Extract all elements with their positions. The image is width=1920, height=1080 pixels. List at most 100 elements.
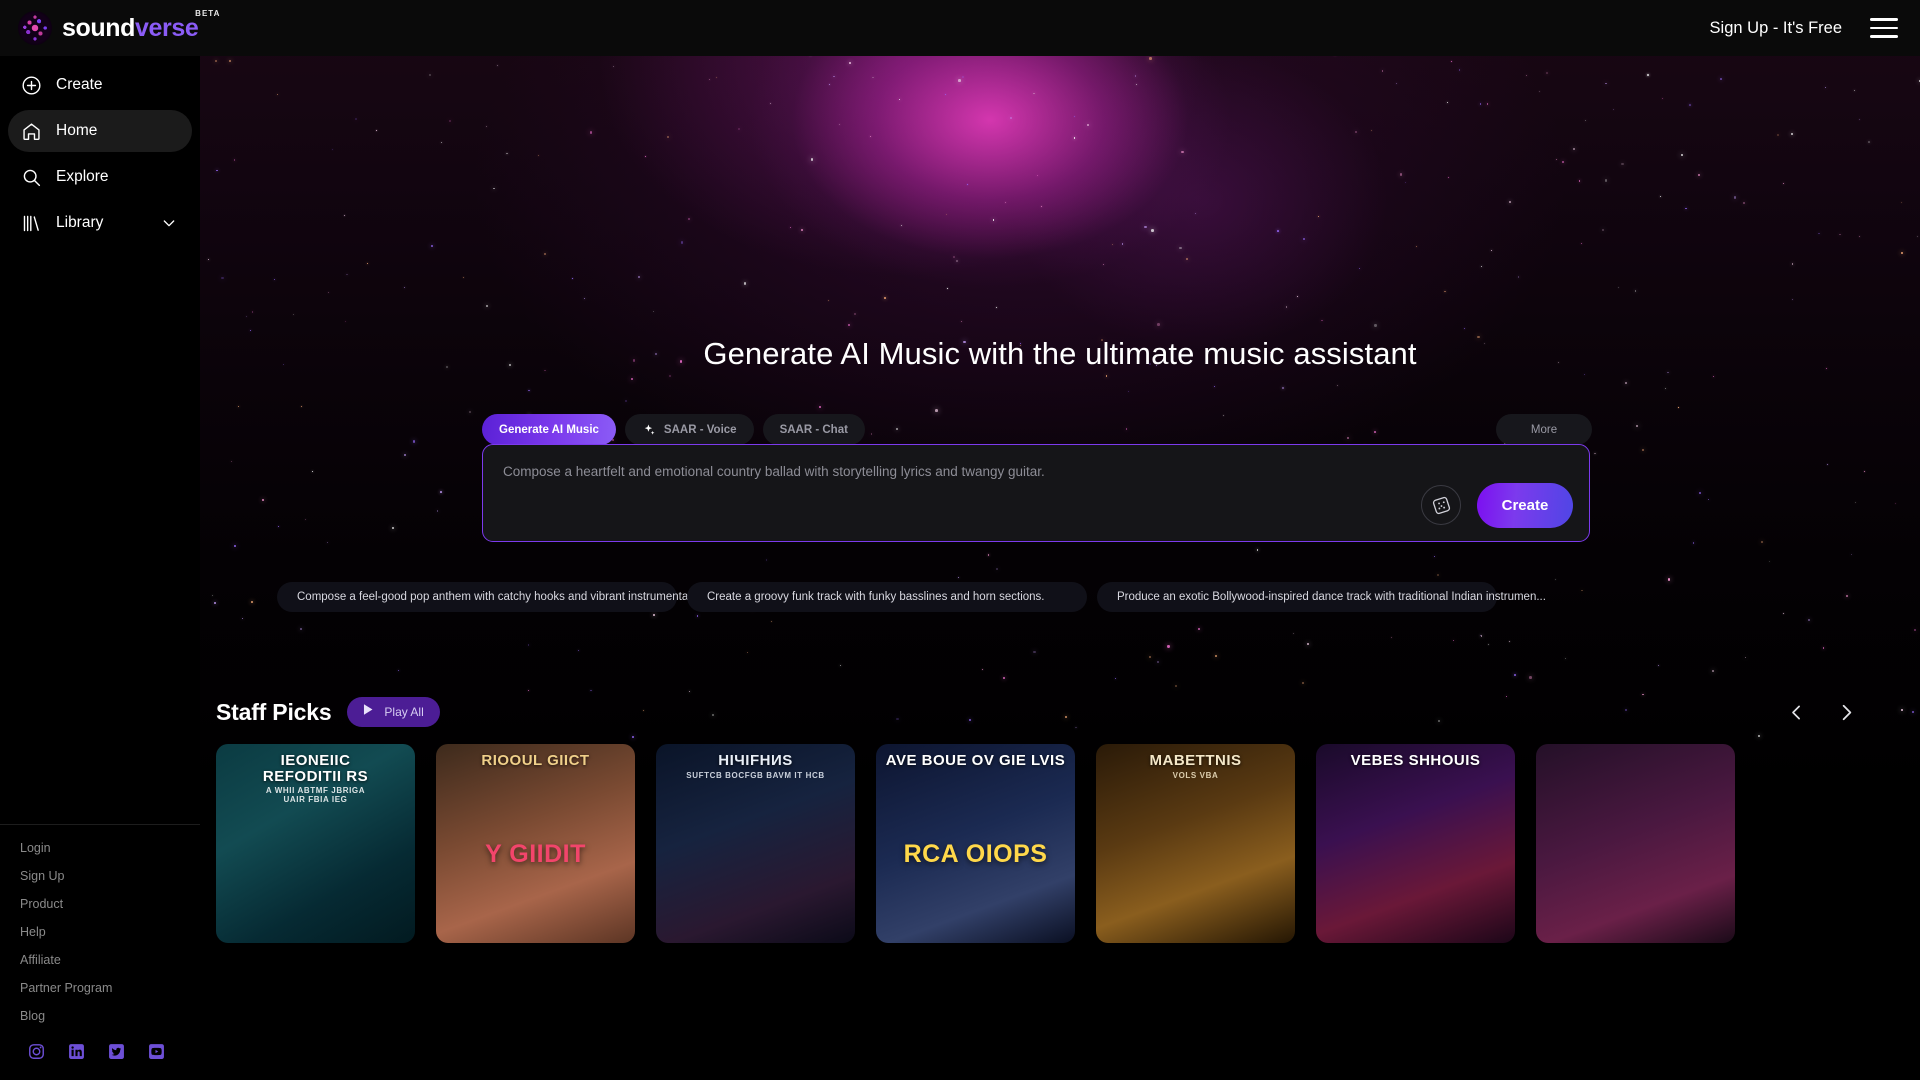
hamburger-menu-icon[interactable]	[1870, 18, 1898, 38]
footer-link-product[interactable]: Product	[20, 897, 200, 911]
album-art-text: RIOOUL GIICT Y GIIDIT	[436, 744, 635, 943]
chevron-down-icon[interactable]	[158, 212, 180, 234]
instagram-icon[interactable]	[28, 1043, 45, 1060]
sidebar-divider	[0, 824, 200, 825]
footer-link-signup[interactable]: Sign Up	[20, 869, 200, 883]
tab-generate-ai-music[interactable]: Generate AI Music	[482, 414, 616, 445]
album-art-headline: Y GIIDIT	[485, 840, 586, 868]
sidebar-item-create[interactable]: Create	[8, 64, 192, 106]
album-art-text	[1536, 744, 1735, 943]
brand-word-1: sound	[62, 13, 135, 42]
staff-pick-card[interactable]: MABETTNIS VOLS VBA	[1096, 744, 1295, 974]
hero-content: Generate AI Music with the ultimate musi…	[200, 0, 1920, 800]
staff-pick-card[interactable]: IEONEIIC REFODITII RS A WHII ABTMF JBRIGA U…	[216, 744, 415, 974]
tab-label: Generate AI Music	[499, 423, 599, 436]
twitter-icon[interactable]	[108, 1043, 125, 1060]
prompt-input-container[interactable]: Compose a heartfelt and emotional countr…	[482, 444, 1590, 542]
chevron-right-icon[interactable]	[1835, 701, 1858, 724]
sidebar: Create Home Explore Library Login Sign U…	[0, 56, 200, 1080]
brand-wordmark: soundverse BETA	[62, 9, 219, 42]
library-books-icon	[20, 212, 42, 234]
soundverse-dot-circle-logo-icon	[18, 11, 52, 45]
search-icon	[20, 166, 42, 188]
footer-link-blog[interactable]: Blog	[20, 1009, 200, 1023]
album-art: MABETTNIS VOLS VBA	[1096, 744, 1295, 943]
album-art-title: IEONEIIC REFODITII RS	[262, 752, 369, 785]
album-art: VEBES SHHOUIS	[1316, 744, 1515, 943]
beta-badge: BETA	[195, 8, 221, 18]
staff-pick-card[interactable]: HIЧIFHИS SUFTCB BOCFGB BAVM IT HCB	[656, 744, 855, 974]
album-art: AVE BOUE OV GIE LVIS RCA OIOPS	[876, 744, 1075, 943]
chevron-left-icon[interactable]	[1786, 702, 1807, 723]
sidebar-nav: Create Home Explore Library	[0, 56, 200, 248]
suggestion-chip[interactable]: Produce an exotic Bollywood-inspired dan…	[1097, 582, 1546, 612]
sidebar-item-label: Explore	[56, 168, 109, 185]
album-art-headline: RCA OIOPS	[903, 840, 1048, 868]
youtube-icon[interactable]	[148, 1043, 165, 1060]
page-title: Generate AI Music with the ultimate musi…	[703, 336, 1417, 371]
app-root: soundverse BETA Sign Up - It's Free Creat…	[0, 0, 1920, 1080]
section-title: Staff Picks	[216, 698, 332, 725]
staff-pick-card[interactable]: AVE BOUE OV GIE LVIS RCA OIOPS	[876, 744, 1075, 974]
album-art-text: HIЧIFHИS SUFTCB BOCFGB BAVM IT HCB	[656, 744, 855, 943]
footer-link-partner-program[interactable]: Partner Program	[20, 981, 200, 995]
album-art-subtitle: SUFTCB BOCFGB BAVM IT HCB	[686, 770, 825, 780]
tab-label: SAAR - Chat	[779, 423, 848, 436]
footer-link-help[interactable]: Help	[20, 925, 200, 939]
staff-pick-card[interactable]: VEBES SHHOUIS	[1316, 744, 1515, 974]
album-art-text: VEBES SHHOUIS	[1316, 744, 1515, 943]
album-art-subtitle: VOLS VBA	[1172, 770, 1219, 780]
tab-label: SAAR - Voice	[663, 423, 737, 436]
sidebar-item-label: Library	[56, 214, 104, 231]
sidebar-item-explore[interactable]: Explore	[8, 156, 192, 198]
album-art-text: MABETTNIS VOLS VBA	[1096, 744, 1295, 943]
sidebar-item-library[interactable]: Library	[8, 202, 192, 244]
album-art-text: IEONEIIC REFODITII RS A WHII ABTMF JBRIGA U…	[216, 744, 415, 943]
more-tab-wrapper: More	[1496, 414, 1592, 445]
staff-pick-card[interactable]	[1536, 744, 1735, 974]
sidebar-item-home[interactable]: Home	[8, 110, 192, 152]
plus-circle-icon	[20, 74, 42, 96]
staff-picks-header: Staff Picks Play All	[200, 690, 1920, 734]
staff-picks-carousel[interactable]: IEONEIIC REFODITII RS A WHII ABTMF JBRIGA U…	[216, 744, 1916, 974]
carousel-controls	[1786, 701, 1858, 724]
top-bar-actions: Sign Up - It's Free	[1710, 18, 1920, 38]
play-triangle-icon	[359, 701, 376, 723]
album-art: RIOOUL GIICT Y GIIDIT	[436, 744, 635, 943]
more-button[interactable]: More	[1496, 414, 1592, 445]
suggestion-chips: Compose a feel-good pop anthem with catc…	[277, 582, 1797, 612]
album-art-title: HIЧIFHИS	[718, 752, 793, 769]
prompt-placeholder-text: Compose a heartfelt and emotional countr…	[503, 464, 1045, 479]
dice-randomize-icon[interactable]	[1421, 485, 1461, 525]
mode-tabs: Generate AI Music SAAR - Voice SAAR - Ch…	[482, 414, 1592, 445]
album-art-title: VEBES SHHOUIS	[1350, 752, 1481, 769]
staff-pick-card[interactable]: RIOOUL GIICT Y GIIDIT	[436, 744, 635, 974]
sidebar-item-label: Home	[56, 122, 98, 139]
play-all-button[interactable]: Play All	[347, 697, 440, 727]
hamburger-bar	[1870, 18, 1898, 21]
create-button[interactable]: Create	[1477, 483, 1573, 528]
album-art: HIЧIFHИS SUFTCB BOCFGB BAVM IT HCB	[656, 744, 855, 943]
brand-logo[interactable]: soundverse BETA	[0, 0, 219, 56]
suggestion-chip[interactable]: Compose a feel-good pop anthem with catc…	[277, 582, 723, 612]
main-content: Generate AI Music with the ultimate musi…	[200, 0, 1920, 1080]
album-art-subtitle: A WHII ABTMF JBRIGA UAIR FBIA IEG	[265, 786, 366, 805]
tab-saar-chat[interactable]: SAAR - Chat	[762, 414, 865, 445]
suggestion-chip[interactable]: Create a groovy funk track with funky ba…	[687, 582, 1087, 612]
hamburger-bar	[1870, 26, 1898, 30]
album-art: IEONEIIC REFODITII RS A WHII ABTMF JBRIGA U…	[216, 744, 415, 943]
album-art-title: RIOOUL GIICT	[481, 752, 590, 769]
sparkle-icon	[642, 423, 656, 437]
brand-word-2: verse	[135, 13, 199, 42]
album-art-title: MABETTNIS	[1149, 752, 1242, 769]
album-art	[1536, 744, 1735, 943]
social-links	[20, 1037, 200, 1080]
album-art-title: AVE BOUE OV GIE LVIS	[885, 752, 1066, 769]
tab-saar-voice[interactable]: SAAR - Voice	[624, 414, 754, 445]
linkedin-icon[interactable]	[68, 1043, 85, 1060]
footer-link-affiliate[interactable]: Affiliate	[20, 953, 200, 967]
album-art-text: AVE BOUE OV GIE LVIS RCA OIOPS	[876, 744, 1075, 943]
footer-link-login[interactable]: Login	[20, 841, 200, 855]
signup-button[interactable]: Sign Up - It's Free	[1710, 19, 1842, 38]
staff-picks-section: Staff Picks Play All IEONEIIC REFODITII …	[200, 690, 1920, 943]
